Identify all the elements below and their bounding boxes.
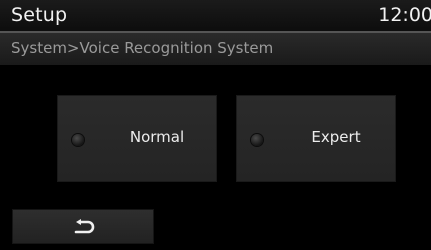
expert-option-label: Expert [311,128,361,146]
setup-screen: Setup 12:00 System>Voice Recognition Sys… [0,0,431,250]
radio-indicator-icon [72,134,84,146]
clock: 12:00 [378,4,431,26]
normal-option-label: Normal [129,128,185,146]
normal-option-button[interactable]: Normal [57,95,217,182]
breadcrumb-bar: System>Voice Recognition System [0,33,431,65]
screen-title: Setup [11,4,68,26]
expert-option-button[interactable]: Expert [236,95,396,182]
title-bar: Setup 12:00 [0,0,431,31]
breadcrumb: System>Voice Recognition System [11,39,274,57]
radio-indicator-icon [251,134,263,146]
back-arrow-icon [74,219,95,234]
back-button[interactable] [12,209,154,244]
